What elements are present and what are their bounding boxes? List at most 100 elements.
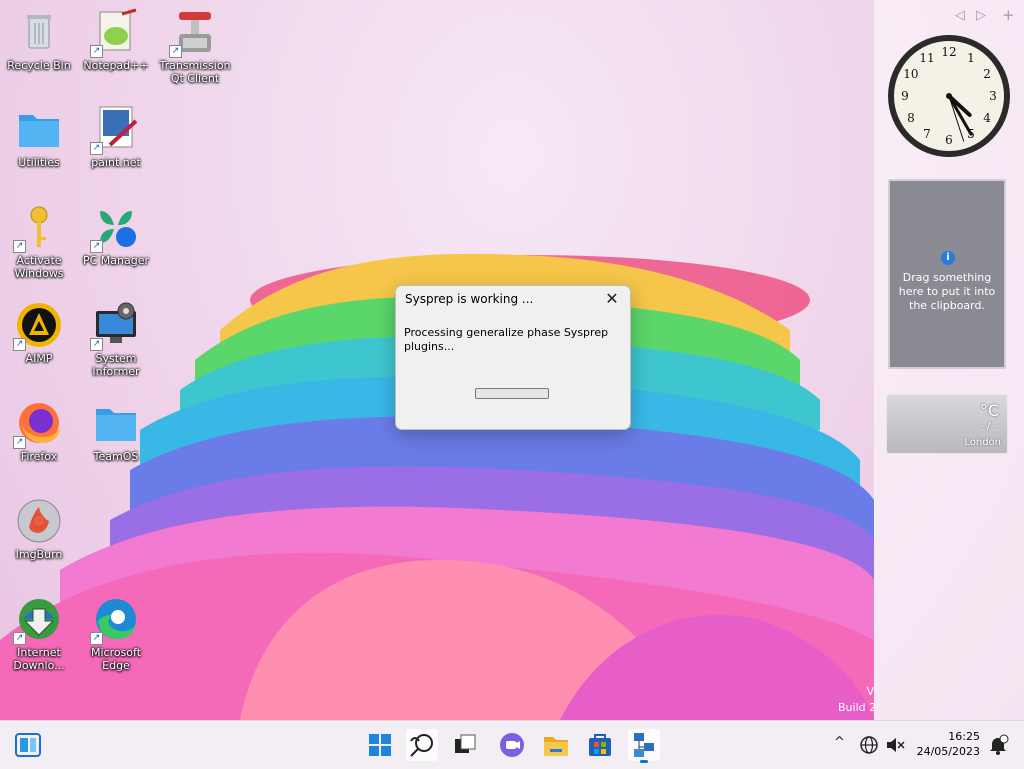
desktop-icon-label: Microsoft Edge — [90, 646, 142, 672]
weather-city: London — [964, 437, 1001, 448]
shortcut-arrow-icon: ↗ — [13, 632, 26, 645]
desktop-icon-transmission[interactable]: ↗ Transmission Qt Client — [157, 8, 233, 85]
chat-button[interactable] — [496, 729, 528, 761]
pc-manager-icon: ↗ — [90, 203, 140, 253]
windows-watermark: V Build 2 — [838, 684, 876, 716]
firefox-icon: ↗ — [13, 399, 63, 449]
speaker-muted-icon — [887, 738, 905, 752]
desktop-icon-edge[interactable]: ↗ Microsoft Edge — [78, 595, 154, 672]
volume-tray-button[interactable] — [883, 733, 907, 757]
desktop-icon-utilities[interactable]: Utilities — [1, 105, 77, 169]
system-informer-icon: ↗ — [90, 301, 140, 351]
shortcut-arrow-icon: ↗ — [90, 632, 103, 645]
dialog-title: Sysprep is working ... — [405, 292, 534, 306]
shortcut-arrow-icon: ↗ — [13, 338, 26, 351]
widgets-button[interactable] — [12, 729, 44, 761]
idm-icon: ↗ — [13, 595, 63, 645]
desktop-icon-firefox[interactable]: ↗ Firefox — [1, 399, 77, 463]
search-button[interactable] — [406, 729, 438, 761]
task-view-icon — [455, 734, 476, 753]
clock-numeral: 12 — [941, 45, 956, 59]
clock-numeral: 1 — [967, 51, 975, 65]
network-app-icon — [634, 733, 654, 757]
notifications-button[interactable] — [986, 733, 1010, 757]
desktop-icon-notepadpp[interactable]: ↗ Notepad++ — [78, 8, 154, 72]
watermark-line2: Build 2 — [838, 701, 877, 714]
file-explorer-button[interactable] — [540, 729, 572, 761]
clock-numeral: 7 — [923, 127, 931, 141]
start-button[interactable] — [364, 729, 396, 761]
network-app-button[interactable] — [628, 729, 660, 763]
clock-numeral: 4 — [983, 111, 991, 125]
desktop-icon-teamos[interactable]: TeamOS — [78, 399, 154, 463]
tray-time: 16:25 — [948, 730, 980, 743]
tray-date: 24/05/2023 — [916, 745, 980, 758]
imgburn-icon — [15, 497, 63, 545]
desktop-icon-activate-windows[interactable]: ↗ Activate Windows — [1, 203, 77, 280]
key-icon: ↗ — [13, 203, 63, 253]
desktop-icon-label: paint.net — [91, 156, 141, 169]
desktop-icon-aimp[interactable]: ↗ AIMP — [1, 301, 77, 365]
weather-value: - / - — [980, 421, 997, 432]
taskbar: ^ 16:25 24/05/2023 — [0, 720, 1024, 769]
shortcut-arrow-icon: ↗ — [169, 45, 182, 58]
shortcut-arrow-icon: ↗ — [90, 142, 103, 155]
sidebar-add-gadget-button[interactable]: + — [1002, 6, 1015, 24]
close-button[interactable]: ✕ — [602, 289, 622, 309]
desktop-icon-label: Utilities — [18, 156, 60, 169]
progress-bar — [475, 388, 549, 399]
info-icon: i — [941, 251, 955, 265]
desktop-icon-label: Recycle Bin — [7, 59, 71, 72]
notepadpp-icon: ↗ — [90, 8, 140, 58]
desktop-icon-system-informer[interactable]: ↗ System Informer — [78, 301, 154, 378]
sysprep-dialog: Sysprep is working ... ✕ Processing gene… — [395, 285, 631, 430]
widgets-icon — [15, 733, 41, 757]
notification-bell-icon — [990, 734, 1009, 755]
task-view-button[interactable] — [449, 729, 481, 761]
desktop-icon-pc-manager[interactable]: ↗ PC Manager — [78, 203, 154, 267]
network-tray-button[interactable] — [857, 733, 881, 757]
desktop-icon-label: Notepad++ — [83, 59, 149, 72]
clock-numeral: 2 — [983, 67, 991, 81]
tray-clock[interactable]: 16:25 24/05/2023 — [917, 729, 980, 759]
shortcut-arrow-icon: ↗ — [13, 436, 26, 449]
desktop-icon-recycle-bin[interactable]: Recycle Bin — [1, 8, 77, 72]
shortcut-arrow-icon: ↗ — [90, 338, 103, 351]
weather-gadget[interactable]: °C - / - London — [886, 394, 1008, 454]
tray-overflow-chevron-icon[interactable]: ^ — [834, 735, 845, 750]
desktop-icon-label: Internet Downlo... — [13, 646, 65, 672]
desktop-icon-label: ImgBurn — [15, 548, 63, 561]
desktop-icon-paintnet[interactable]: ↗ paint.net — [78, 105, 154, 169]
chat-icon — [500, 733, 524, 757]
dialog-message: Processing generalize phase Sysprep plug… — [404, 326, 609, 353]
sidebar-next-button[interactable]: ▷ — [976, 8, 986, 23]
globe-icon — [860, 736, 878, 754]
clock-numeral: 8 — [907, 111, 915, 125]
desktop-icon-imgburn[interactable]: ImgBurn — [1, 497, 77, 561]
weather-unit: °C — [979, 401, 999, 420]
desktop-icon-label: Firefox — [20, 450, 58, 463]
clock-numeral: 9 — [901, 89, 909, 103]
clock-numeral: 6 — [945, 133, 953, 147]
folder-icon — [15, 105, 63, 153]
edge-icon: ↗ — [90, 595, 140, 645]
shortcut-arrow-icon: ↗ — [90, 45, 103, 58]
file-explorer-icon — [544, 737, 568, 756]
clock-gadget[interactable]: 123456789101112 — [886, 33, 1012, 159]
paintnet-icon: ↗ — [90, 105, 140, 155]
store-icon — [589, 734, 611, 756]
desktop-icon-label: Transmission Qt Client — [159, 59, 231, 85]
desktop-icon-idm[interactable]: ↗ Internet Downlo... — [1, 595, 77, 672]
desktop-icon-label: TeamOS — [93, 450, 139, 463]
sidebar-prev-button[interactable]: ◁ — [955, 8, 965, 23]
clipboard-gadget[interactable]: i Drag something here to put it into the… — [888, 179, 1006, 369]
watermark-line1: V — [866, 685, 875, 698]
store-button[interactable] — [584, 729, 616, 761]
shortcut-arrow-icon: ↗ — [90, 240, 103, 253]
desktop-icon-label: AIMP — [25, 352, 53, 365]
start-icon — [369, 734, 391, 756]
aimp-icon: ↗ — [13, 301, 63, 351]
clock-numeral: 10 — [903, 67, 918, 81]
clock-numeral: 3 — [989, 89, 997, 103]
desktop-icon-label: PC Manager — [82, 254, 150, 267]
